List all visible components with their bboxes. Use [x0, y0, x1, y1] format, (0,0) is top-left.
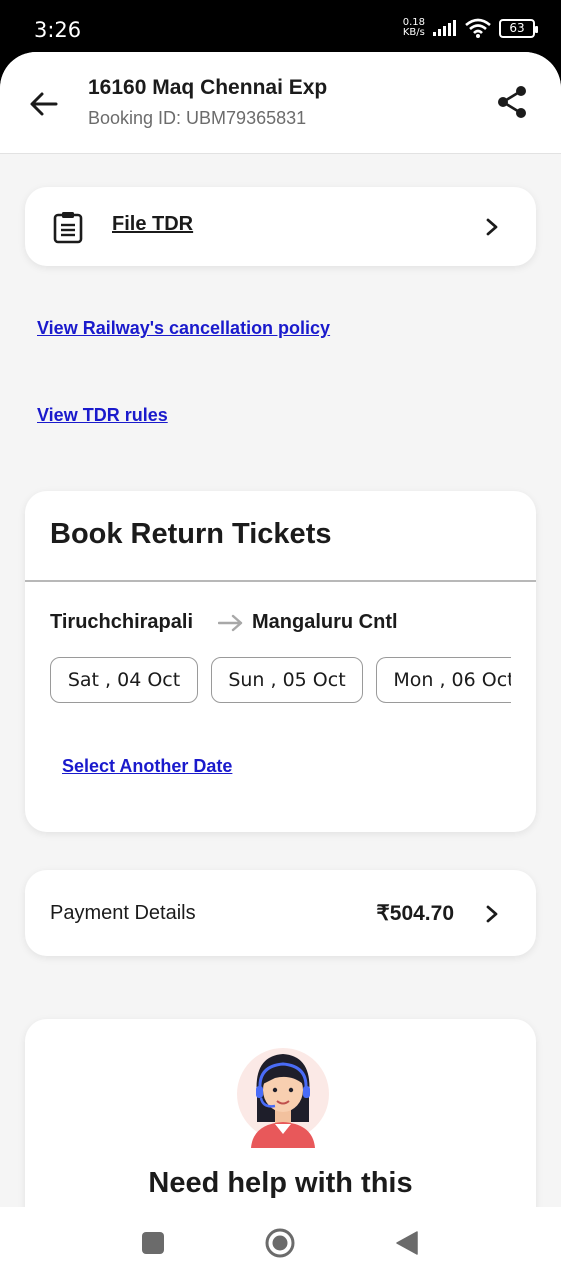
signal-icon — [433, 20, 456, 36]
chevron-right-icon — [486, 905, 498, 923]
page-title: 16160 Maq Chennai Exp — [88, 76, 328, 99]
help-card: Need help with this — [25, 1019, 536, 1207]
date-chip[interactable]: Mon , 06 Oct — [376, 657, 511, 703]
return-tickets-card: Book Return Tickets Tiruchchirapali Mang… — [25, 491, 536, 832]
circle-icon[interactable] — [264, 1227, 296, 1259]
help-title: Need help with this — [148, 1167, 413, 1199]
arrow-right-icon — [218, 614, 243, 632]
header: 16160 Maq Chennai Exp Booking ID: UBM793… — [0, 52, 561, 154]
square-icon[interactable] — [141, 1231, 165, 1255]
date-options: Sat , 04 Oct Sun , 05 Oct Mon , 06 Oct — [50, 657, 511, 707]
divider — [25, 580, 536, 582]
wifi-icon — [465, 18, 491, 38]
route-destination: Mangaluru Cntl — [252, 611, 398, 633]
cancellation-policy-link[interactable]: View Railway's cancellation policy — [37, 318, 330, 339]
network-speed-unit: KB/s — [402, 27, 425, 38]
system-nav-bar — [0, 1207, 561, 1280]
share-icon[interactable] — [495, 84, 531, 120]
payment-amount: ₹504.70 — [376, 902, 454, 925]
payment-details-card[interactable]: Payment Details ₹504.70 — [25, 870, 536, 956]
file-tdr-label[interactable]: File TDR — [112, 213, 193, 236]
chevron-right-icon — [486, 218, 498, 236]
status-icons: 0.18 KB/s 63 — [403, 18, 538, 38]
support-agent-illustration — [237, 1048, 329, 1148]
network-speed: 0.18 KB/s — [403, 18, 425, 38]
status-time: 3:26 — [34, 18, 82, 42]
triangle-back-icon[interactable] — [395, 1230, 419, 1256]
file-tdr-card[interactable]: File TDR — [25, 187, 536, 266]
select-another-date-link[interactable]: Select Another Date — [62, 756, 232, 777]
tdr-rules-link[interactable]: View TDR rules — [37, 405, 168, 426]
app-screen: 16160 Maq Chennai Exp Booking ID: UBM793… — [0, 52, 561, 1207]
payment-label: Payment Details — [50, 902, 196, 924]
battery-icon: 63 — [499, 18, 538, 38]
arrow-left-icon[interactable] — [26, 86, 62, 122]
date-chip[interactable]: Sat , 04 Oct — [50, 657, 198, 703]
route-origin: Tiruchchirapali — [50, 611, 194, 633]
date-chip[interactable]: Sun , 05 Oct — [211, 657, 363, 703]
booking-id: Booking ID: UBM79365831 — [88, 108, 307, 128]
status-bar: 3:26 0.18 KB/s 63 — [0, 0, 561, 58]
clipboard-icon — [53, 212, 83, 244]
return-tickets-title: Book Return Tickets — [50, 518, 332, 550]
